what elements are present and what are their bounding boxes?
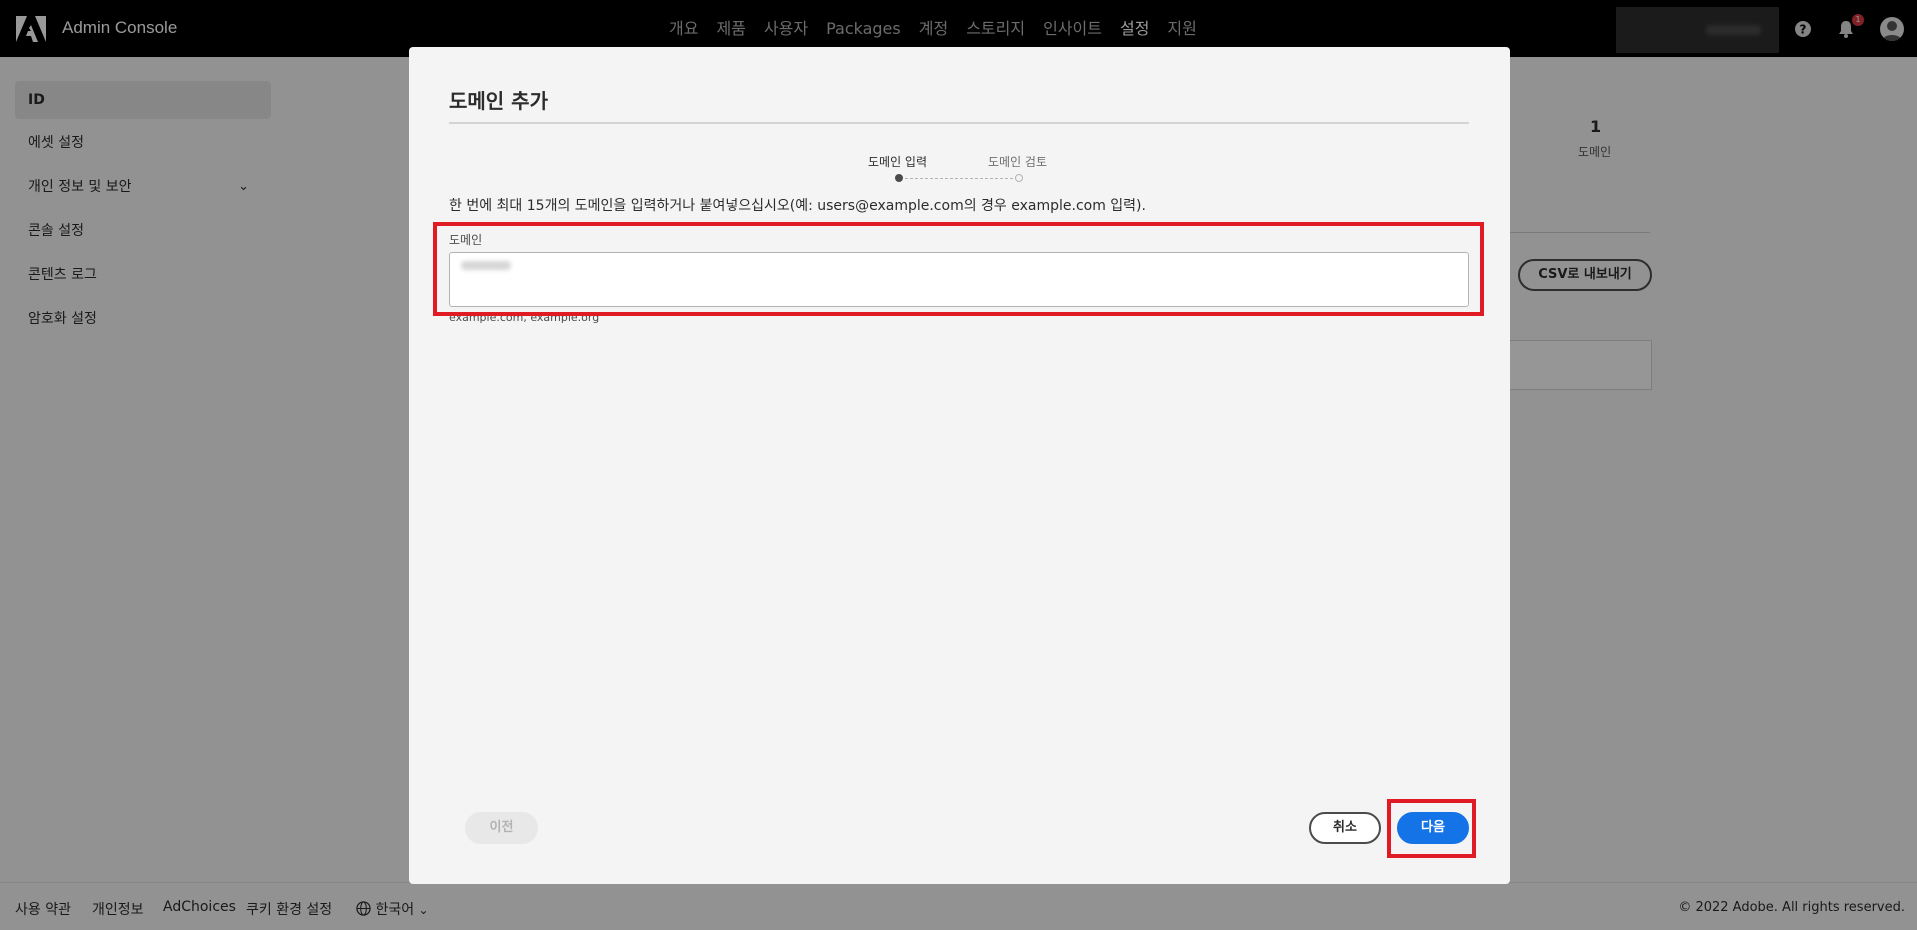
step-review-domain: 도메인 검토 <box>988 155 1048 169</box>
step-connector <box>905 178 1013 179</box>
step-indicator-current <box>895 174 903 182</box>
domain-field-label: 도메인 <box>449 233 483 247</box>
instruction-text: 한 번에 최대 15개의 도메인을 입력하거나 붙여넣으십시오(예: users… <box>449 198 1146 214</box>
domain-input-redacted <box>461 261 511 270</box>
step-indicator-upcoming <box>1015 174 1023 182</box>
dialog-title-divider <box>449 122 1469 124</box>
domain-field-hint: example.com, example.org <box>449 311 600 324</box>
cancel-button[interactable]: 취소 <box>1309 812 1381 844</box>
domain-input[interactable] <box>449 252 1469 307</box>
next-button[interactable]: 다음 <box>1397 812 1469 844</box>
previous-button[interactable]: 이전 <box>465 812 538 844</box>
add-domain-dialog: 도메인 추가 도메인 입력 도메인 검토 한 번에 최대 15개의 도메인을 입… <box>409 47 1510 884</box>
step-enter-domain: 도메인 입력 <box>868 155 928 169</box>
dialog-title: 도메인 추가 <box>449 89 548 113</box>
